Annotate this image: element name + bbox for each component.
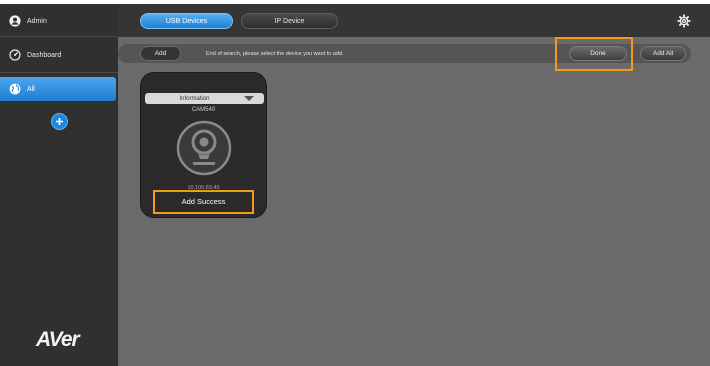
done-highlight-box (555, 37, 633, 71)
plus-icon (56, 118, 63, 125)
add-button[interactable]: Add (140, 46, 181, 61)
user-label: Admin (27, 17, 47, 25)
search-status-message: End of search, please select the device … (206, 50, 344, 57)
sidebar-divider (0, 72, 118, 73)
aver-logo: AVer (36, 328, 80, 351)
dashboard-gauge-icon (9, 49, 21, 61)
tab-ip-device[interactable]: IP Device (241, 13, 338, 29)
sidebar-item-label: All (27, 85, 35, 93)
sidebar-item-dashboard[interactable]: Dashboard (0, 44, 118, 66)
dropdown-label: Information (179, 95, 210, 102)
sidebar-item-label: Dashboard (27, 51, 62, 59)
globe-icon (9, 83, 21, 95)
sidebar-divider (0, 36, 118, 37)
user-icon (9, 15, 21, 27)
dropdown-arrow-icon (244, 96, 254, 101)
user-menu[interactable]: Admin (0, 10, 118, 32)
device-name: CAM540 (191, 107, 216, 113)
add-group-button[interactable] (51, 113, 68, 130)
app-window: Admin Dashboard All AVer USB Devices IP … (0, 4, 710, 366)
status-highlight-box (153, 190, 254, 214)
sidebar: Admin Dashboard All AVer (0, 4, 118, 366)
information-dropdown[interactable]: Information (145, 93, 264, 104)
tab-usb-devices[interactable]: USB Devices (140, 13, 233, 29)
add-all-button[interactable]: Add All (640, 46, 686, 61)
webcam-icon (176, 120, 232, 176)
sidebar-item-all[interactable]: All (0, 77, 116, 101)
top-bar: USB Devices IP Device (118, 4, 710, 37)
settings-gear-icon[interactable] (677, 14, 691, 28)
